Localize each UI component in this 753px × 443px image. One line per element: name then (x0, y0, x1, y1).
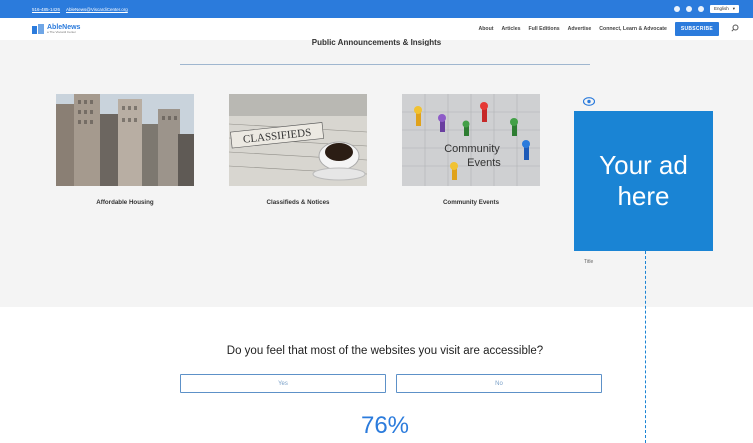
phone-link[interactable]: 516-485-1426 (32, 7, 60, 12)
dashed-guide-line (645, 251, 646, 443)
section-title: Public Announcements & Insights (311, 38, 442, 46)
language-select[interactable]: English ▾ (709, 5, 739, 13)
nav-full-editions[interactable]: Full Editions (529, 26, 560, 32)
card-caption[interactable]: Affordable Housing (56, 199, 194, 206)
card-community-events[interactable]: Community Events Community Events (402, 94, 540, 206)
poll-yes-button[interactable]: Yes (180, 374, 386, 393)
nav-about[interactable]: About (479, 26, 494, 32)
nav-articles[interactable]: Articles (501, 26, 520, 32)
poll-question: Do you feel that most of the websites yo… (226, 345, 544, 357)
community-events-image[interactable]: Community Events (402, 94, 540, 186)
card-affordable-housing[interactable]: Affordable Housing (56, 94, 194, 206)
chevron-down-icon: ▾ (732, 6, 735, 11)
linkedin-icon[interactable] (697, 6, 704, 12)
contact-info: 516-485-1426 AbleNews@ViscardiCenter.org (32, 7, 128, 12)
side-title: Title (584, 259, 594, 265)
eye-icon[interactable] (582, 93, 596, 106)
subscribe-button[interactable]: SUBSCRIBE (674, 22, 719, 36)
main-nav: About Articles Full Editions Advertise C… (479, 22, 753, 36)
poll-no-button[interactable]: No (396, 374, 602, 393)
page: 516-485-1426 AbleNews@ViscardiCenter.org… (0, 0, 753, 443)
language-value: English (713, 6, 729, 11)
title-divider (180, 64, 590, 65)
email-link[interactable]: AbleNews@ViscardiCenter.org (66, 7, 128, 12)
logo-subtitle: a The Viscardi Center (47, 30, 76, 34)
facebook-icon[interactable] (673, 6, 680, 12)
twitter-icon[interactable] (685, 6, 692, 12)
site-logo[interactable]: AbleNews a The Viscardi Center (32, 24, 80, 34)
card-caption[interactable]: Classifieds & Notices (229, 199, 367, 206)
top-right-controls: English ▾ (673, 5, 739, 13)
classifieds-image[interactable]: CLASSIFIEDS (229, 94, 367, 186)
ad-line-2: here (617, 181, 670, 211)
search-icon[interactable] (731, 24, 739, 34)
logo-icon (32, 24, 44, 34)
top-utility-bar: 516-485-1426 AbleNews@ViscardiCenter.org… (0, 0, 753, 18)
ad-line-1: Your ad (599, 149, 688, 180)
community-heading-2: Events (467, 157, 501, 169)
ad-placeholder[interactable]: Your ad here (574, 111, 713, 251)
community-heading-1: Community (444, 143, 500, 155)
poll-result-percent: 76% (360, 412, 410, 439)
card-classifieds[interactable]: CLASSIFIEDS Classifieds & Notices (229, 94, 367, 206)
card-caption[interactable]: Community Events (402, 199, 540, 206)
affordable-housing-image[interactable] (56, 94, 194, 186)
poll-section: Do you feel that most of the websites yo… (0, 307, 753, 443)
nav-connect[interactable]: Connect, Learn & Advocate (599, 26, 667, 32)
nav-advertise[interactable]: Advertise (568, 26, 592, 32)
